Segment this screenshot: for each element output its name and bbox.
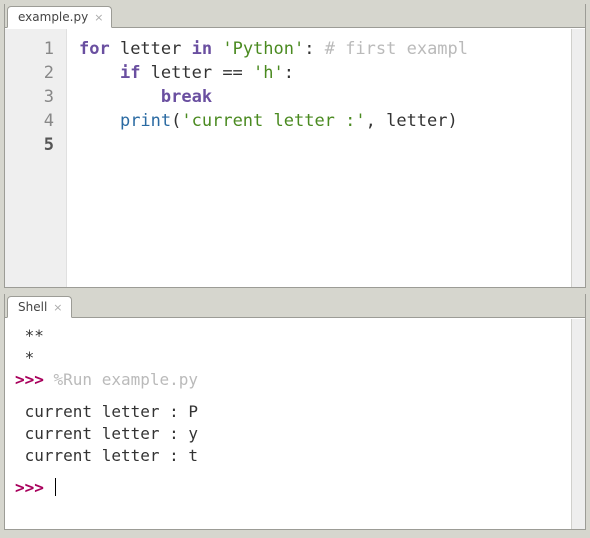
close-icon[interactable]: × xyxy=(53,302,62,313)
token-builtin: print xyxy=(120,111,171,131)
shell-input-line[interactable]: >>> xyxy=(15,477,571,499)
token-kw: for xyxy=(79,39,110,59)
token-kw: break xyxy=(161,87,212,107)
line-number-gutter: 12345 xyxy=(5,29,67,287)
token-kw: if xyxy=(120,63,140,83)
shell-line: ** xyxy=(15,325,571,347)
token-op xyxy=(212,39,222,59)
token-op: ( xyxy=(171,111,181,131)
shell-line: current letter : P xyxy=(15,401,571,423)
editor-tab[interactable]: example.py × xyxy=(7,6,112,28)
code-line[interactable]: break xyxy=(79,85,571,109)
code-line[interactable]: print('current letter :', letter) xyxy=(79,109,571,133)
token-op: : xyxy=(284,63,294,83)
token-op xyxy=(79,63,120,83)
token-op: letter xyxy=(110,39,192,59)
token-comment: # first exampl xyxy=(325,39,468,59)
token-str: 'h' xyxy=(253,63,284,83)
shell-line xyxy=(15,391,571,401)
cursor xyxy=(55,478,56,496)
close-icon[interactable]: × xyxy=(94,12,103,23)
shell-output[interactable]: ** *>>> %Run example.py current letter :… xyxy=(5,319,571,529)
code-area[interactable]: for letter in 'Python': # first exampl i… xyxy=(67,29,571,287)
editor-tab-label: example.py xyxy=(18,10,88,24)
shell-line: current letter : y xyxy=(15,423,571,445)
shell-line: current letter : t xyxy=(15,445,571,467)
code-line[interactable]: if letter == 'h': xyxy=(79,61,571,85)
token-kw: in xyxy=(192,39,212,59)
editor-body: 12345 for letter in 'Python': # first ex… xyxy=(5,29,585,287)
token-op: , letter) xyxy=(366,111,458,131)
line-number: 5 xyxy=(5,133,54,157)
token-op xyxy=(79,87,161,107)
shell-tab-label: Shell xyxy=(18,300,47,314)
code-line[interactable]: for letter in 'Python': # first exampl xyxy=(79,37,571,61)
token-op: : xyxy=(304,39,324,59)
shell-tabstrip: Shell × xyxy=(5,294,585,318)
shell-prompt: >>> xyxy=(15,478,54,497)
shell-command: %Run example.py xyxy=(54,370,199,389)
shell-line: >>> %Run example.py xyxy=(15,369,571,391)
line-number: 4 xyxy=(5,109,54,133)
shell-body: ** *>>> %Run example.py current letter :… xyxy=(5,319,585,529)
editor-pane: example.py × 12345 for letter in 'Python… xyxy=(4,4,586,288)
editor-tabstrip: example.py × xyxy=(5,4,585,28)
line-number: 2 xyxy=(5,61,54,85)
token-str: 'current letter :' xyxy=(181,111,365,131)
shell-line xyxy=(15,467,571,477)
shell-line: * xyxy=(15,347,571,369)
token-op: letter == xyxy=(140,63,253,83)
token-str: 'Python' xyxy=(222,39,304,59)
token-op xyxy=(79,111,120,131)
shell-pane: Shell × ** *>>> %Run example.py current … xyxy=(4,294,586,530)
line-number: 3 xyxy=(5,85,54,109)
line-number: 1 xyxy=(5,37,54,61)
shell-scrollbar[interactable] xyxy=(571,319,585,529)
shell-tab[interactable]: Shell × xyxy=(7,296,72,318)
editor-scrollbar[interactable] xyxy=(571,29,585,287)
